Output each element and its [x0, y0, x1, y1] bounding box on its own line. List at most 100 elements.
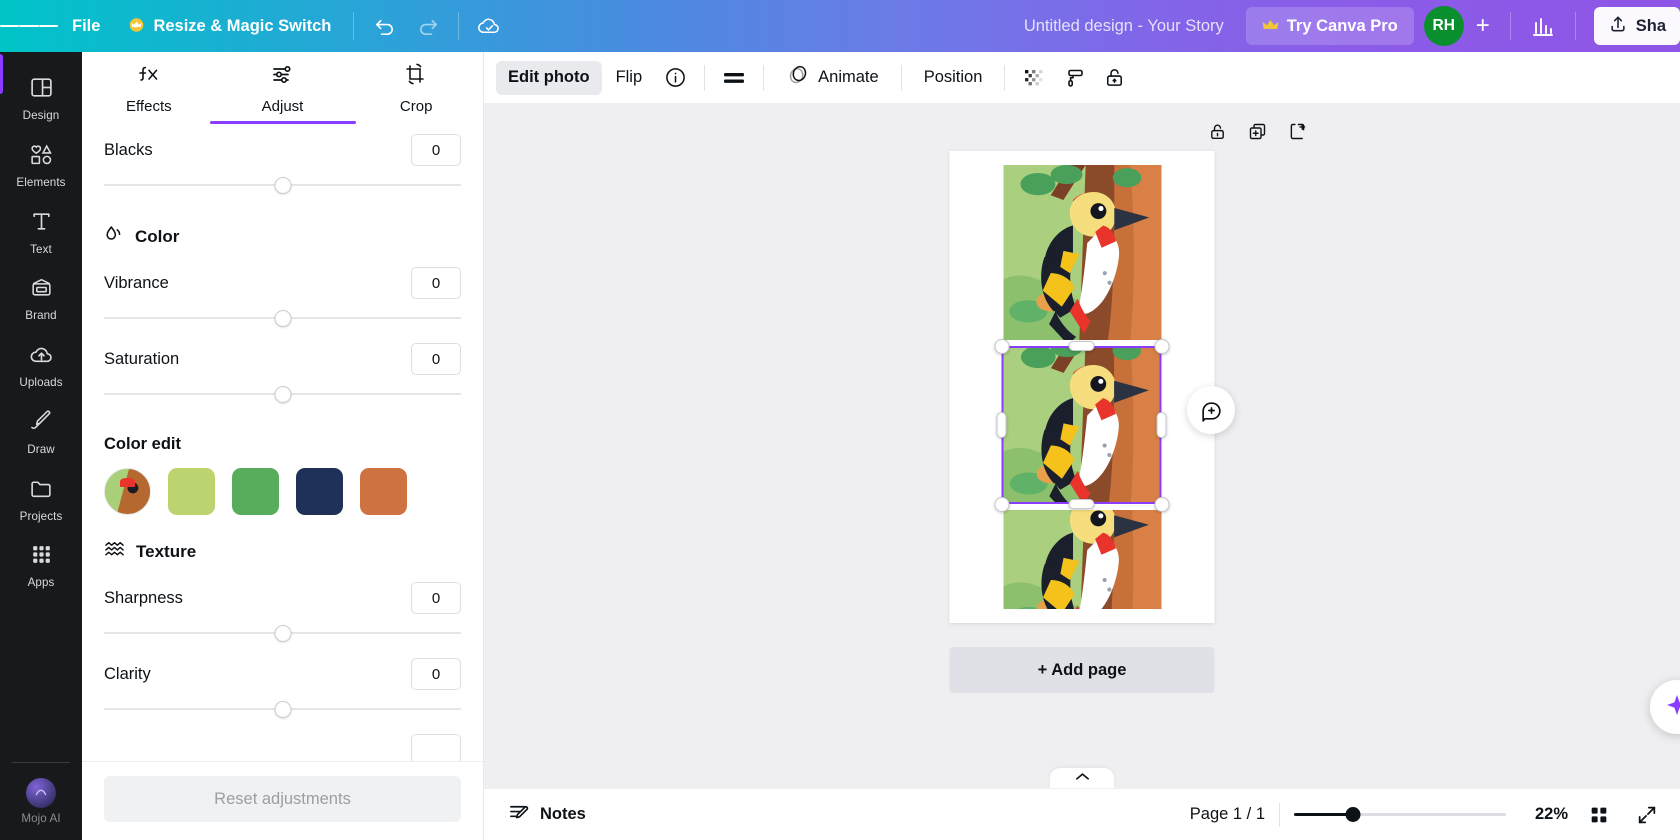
unlock-icon[interactable]: [1095, 61, 1133, 95]
swatch-green[interactable]: [232, 468, 279, 515]
resize-handle-right[interactable]: [1157, 412, 1167, 438]
grid-view-icon[interactable]: [1582, 798, 1616, 832]
share-button[interactable]: Sha: [1594, 7, 1680, 45]
slider-knob[interactable]: [274, 701, 291, 718]
tab-adjust[interactable]: Adjust: [216, 52, 350, 124]
sidebar-item-elements[interactable]: Elements: [5, 133, 77, 197]
try-canva-pro-button[interactable]: Try Canva Pro: [1246, 7, 1414, 45]
top-bar-left: File Resize & Magic Switch: [0, 0, 511, 52]
sidebar-item-text[interactable]: Text: [5, 200, 77, 264]
resize-handle-bottom-right[interactable]: [1155, 497, 1170, 512]
sharpness-value-input[interactable]: 0: [411, 582, 461, 614]
sidebar-item-draw[interactable]: Draw: [5, 400, 77, 464]
photo-element-2-selected[interactable]: [1003, 346, 1161, 504]
texture-waves-icon: [104, 539, 125, 564]
add-page-icon[interactable]: [1282, 116, 1312, 146]
control-header: Vibrance 0: [104, 263, 461, 303]
text-t-icon: [29, 209, 54, 239]
vibrance-slider[interactable]: [104, 303, 461, 333]
section-color: Color: [104, 224, 461, 249]
flip-button[interactable]: Flip: [604, 61, 655, 95]
control-label: Saturation: [104, 350, 179, 369]
page-count-label[interactable]: Page 1 / 1: [1190, 805, 1265, 824]
edit-photo-button[interactable]: Edit photo: [496, 61, 602, 95]
sidebar-item-apps[interactable]: Apps: [5, 533, 77, 597]
tab-crop[interactable]: Crop: [349, 52, 483, 124]
blacks-value-input[interactable]: 0: [411, 134, 461, 166]
resize-handle-top-left[interactable]: [995, 339, 1010, 354]
undo-icon[interactable]: [362, 4, 406, 48]
mojo-ai-avatar-icon: [26, 778, 56, 808]
info-circle-icon[interactable]: [656, 61, 694, 95]
unlock-icon[interactable]: [1202, 116, 1232, 146]
sidebar-item-label: Uploads: [19, 377, 62, 390]
slider-knob[interactable]: [274, 310, 291, 327]
saturation-slider[interactable]: [104, 379, 461, 409]
hamburger-icon[interactable]: [0, 0, 58, 52]
vibrance-value-input[interactable]: 0: [411, 267, 461, 299]
file-menu-button[interactable]: File: [58, 8, 114, 44]
cloud-check-icon[interactable]: [467, 4, 511, 48]
sidebar-item-uploads[interactable]: Uploads: [5, 333, 77, 397]
resize-handle-top[interactable]: [1069, 341, 1095, 351]
fullscreen-expand-icon[interactable]: [1630, 798, 1664, 832]
uploads-cloud-icon: [29, 342, 54, 372]
saturation-value-input[interactable]: 0: [411, 343, 461, 375]
reset-adjustments-button[interactable]: Reset adjustments: [104, 776, 461, 822]
photo-element-3[interactable]: [1003, 510, 1161, 609]
avatar[interactable]: RH: [1424, 6, 1464, 46]
duplicate-icon[interactable]: [1242, 116, 1272, 146]
canvas-area[interactable]: + Add page: [484, 104, 1680, 788]
blacks-slider[interactable]: [104, 170, 461, 200]
photo-element-1[interactable]: [1003, 165, 1161, 340]
clarity-slider[interactable]: [104, 694, 461, 724]
add-collaborator-button[interactable]: +: [1466, 6, 1500, 46]
sidebar-item-mojo-ai[interactable]: Mojo AI: [5, 769, 77, 833]
swatch-source-photo[interactable]: [104, 468, 151, 515]
fx-icon: [136, 62, 162, 91]
align-lines-icon[interactable]: [715, 61, 753, 95]
resize-handle-bottom[interactable]: [1069, 499, 1095, 509]
slider-knob[interactable]: [274, 625, 291, 642]
sidebar-item-design[interactable]: Design: [5, 66, 77, 130]
zoom-slider[interactable]: [1294, 805, 1506, 825]
design-page[interactable]: [950, 151, 1215, 623]
comment-add-icon[interactable]: [1187, 386, 1235, 434]
top-bar-right: Try Canva Pro RH + Sha: [1236, 4, 1680, 48]
resize-magic-switch-button[interactable]: Resize & Magic Switch: [114, 8, 345, 44]
next-value-input[interactable]: [411, 734, 461, 761]
slider-knob[interactable]: [274, 386, 291, 403]
panel-scroll-area[interactable]: Blacks 0 Colo: [82, 124, 483, 761]
swatch-light-green[interactable]: [168, 468, 215, 515]
clarity-value-input[interactable]: 0: [411, 658, 461, 690]
swatch-navy[interactable]: [296, 468, 343, 515]
resize-handle-top-right[interactable]: [1155, 339, 1170, 354]
redo-icon[interactable]: [406, 4, 450, 48]
tab-effects[interactable]: Effects: [82, 52, 216, 124]
sidebar-item-label: Brand: [25, 310, 56, 323]
chevron-up-icon[interactable]: [1050, 768, 1114, 788]
insights-chart-icon[interactable]: [1521, 4, 1565, 48]
sidebar-item-brand[interactable]: Brand: [5, 266, 77, 330]
top-bar-divider-3: [1510, 12, 1511, 40]
control-header: Sharpness 0: [104, 578, 461, 618]
resize-handle-bottom-left[interactable]: [995, 497, 1010, 512]
zoom-knob[interactable]: [1345, 807, 1360, 822]
paint-roller-icon[interactable]: [1055, 61, 1093, 95]
zoom-value[interactable]: 22%: [1520, 805, 1568, 824]
share-upload-icon: [1608, 14, 1628, 39]
sidebar-item-projects[interactable]: Projects: [5, 467, 77, 531]
swatch-terracotta[interactable]: [360, 468, 407, 515]
sharpness-slider[interactable]: [104, 618, 461, 648]
slider-knob[interactable]: [274, 177, 291, 194]
animate-button[interactable]: Animate: [774, 61, 891, 95]
control-next-partial: [104, 724, 461, 761]
active-indicator: [0, 54, 3, 94]
position-button[interactable]: Position: [912, 61, 995, 95]
add-page-button[interactable]: + Add page: [950, 647, 1215, 693]
resize-handle-left[interactable]: [997, 412, 1007, 438]
document-title[interactable]: Untitled design - Your Story: [1012, 11, 1236, 42]
notes-button[interactable]: Notes: [500, 795, 594, 835]
transparency-checker-icon[interactable]: [1015, 61, 1053, 95]
magic-sparkle-icon[interactable]: [1650, 680, 1680, 734]
